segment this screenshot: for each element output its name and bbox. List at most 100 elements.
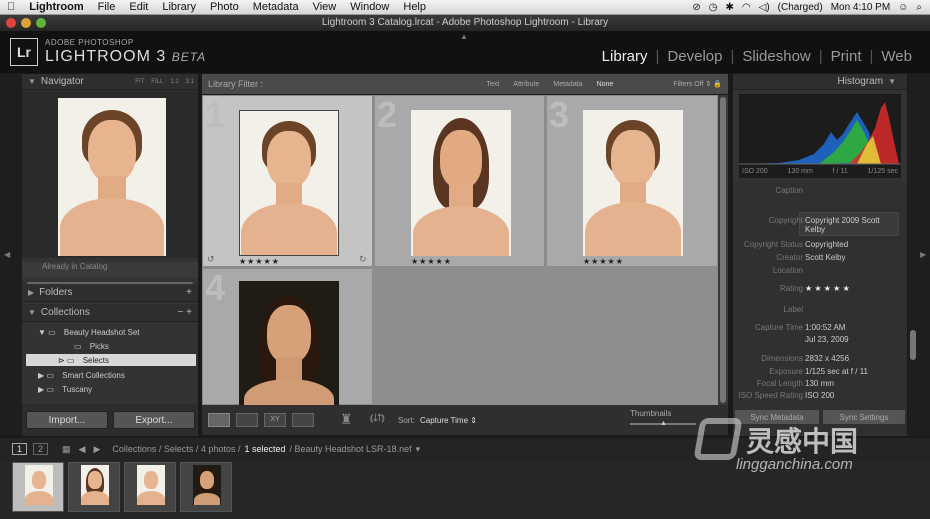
- rotate-left-icon[interactable]: ↺: [207, 254, 215, 265]
- filter-tab-none[interactable]: None: [597, 81, 614, 88]
- collection-picks[interactable]: ▭ Picks: [74, 342, 109, 351]
- thumbnail-slider-handle[interactable]: ▲: [660, 420, 667, 427]
- spotlight-icon[interactable]: ⌕: [916, 2, 922, 13]
- hist-shutter: 1/125 sec: [867, 168, 898, 175]
- menu-photo[interactable]: Photo: [203, 0, 246, 15]
- apple-icon[interactable]: : [0, 0, 22, 15]
- module-web[interactable]: Web: [881, 48, 912, 65]
- zoom-3to1[interactable]: 3:1: [186, 79, 194, 85]
- minimize-window-button[interactable]: [21, 18, 31, 28]
- mac-menubar:  Lightroom File Edit Library Photo Meta…: [0, 0, 930, 15]
- collections-header[interactable]: ▼ Collections − +: [22, 304, 198, 322]
- rating-stars: ★★★★★: [583, 257, 624, 266]
- filmstrip-thumb[interactable]: [180, 462, 232, 512]
- disclosure-triangle-icon: ▼: [28, 77, 36, 86]
- menu-window[interactable]: Window: [343, 0, 396, 15]
- sync-icon[interactable]: ⊘: [692, 2, 700, 13]
- back-arrow-icon[interactable]: ◀: [79, 444, 86, 455]
- sort-select[interactable]: Capture Time ⇕: [420, 416, 477, 425]
- main-window-button[interactable]: 1: [12, 443, 28, 455]
- histogram-header[interactable]: Histogram ▼: [733, 74, 907, 90]
- filter-tab-text[interactable]: Text: [486, 81, 499, 88]
- watermark-text-cn: 灵感中国: [746, 425, 859, 458]
- smart-collections[interactable]: ▶ ▭ Smart Collections: [38, 371, 125, 380]
- menu-edit[interactable]: Edit: [122, 0, 155, 15]
- photo-thumbnail[interactable]: [583, 110, 683, 256]
- filmstrip-thumb[interactable]: [68, 462, 120, 512]
- photo-thumbnail[interactable]: [411, 110, 511, 256]
- collection-set-beauty[interactable]: ▼ ▭ Beauty Headshot Set: [38, 328, 140, 337]
- module-develop[interactable]: Develop: [667, 48, 722, 65]
- photo-thumbnail[interactable]: [239, 281, 339, 406]
- time-machine-icon[interactable]: ◷: [709, 2, 718, 13]
- window-title: Lightroom 3 Catalog.lrcat - Adobe Photos…: [321, 17, 609, 28]
- filter-tab-metadata[interactable]: Metadata: [553, 81, 582, 88]
- photo-thumbnail[interactable]: [239, 110, 339, 256]
- sort-direction-icon[interactable]: ⦅⇵⦆: [370, 413, 385, 424]
- module-picker: Library | Develop | Slideshow | Print | Web: [601, 48, 912, 65]
- grid-view-icon[interactable]: [208, 413, 230, 427]
- volume-icon[interactable]: ◁): [759, 2, 770, 13]
- painter-icon[interactable]: ♜: [340, 411, 353, 428]
- module-slideshow[interactable]: Slideshow: [742, 48, 810, 65]
- add-folder-icon[interactable]: +: [186, 287, 198, 298]
- breadcrumb-dropdown-icon[interactable]: ▾: [416, 444, 421, 455]
- watermark-url: lingganchina.com: [736, 456, 853, 473]
- disclosure-triangle-icon: ▼: [28, 308, 36, 317]
- second-window-button[interactable]: 2: [33, 443, 49, 455]
- zoom-window-button[interactable]: [36, 18, 46, 28]
- user-icon[interactable]: ☺: [898, 2, 908, 13]
- right-panel-scrollbar[interactable]: [910, 330, 916, 360]
- filmstrip-thumb[interactable]: [124, 462, 176, 512]
- close-window-button[interactable]: [6, 18, 16, 28]
- grid-scrollbar-track[interactable]: [718, 95, 728, 405]
- menu-metadata[interactable]: Metadata: [246, 0, 306, 15]
- navigator-header[interactable]: ▼ Navigator FIT FILL 1:1 3:1: [22, 74, 198, 90]
- zoom-fit[interactable]: FIT: [135, 79, 144, 85]
- navigator-preview[interactable]: [22, 90, 198, 258]
- collection-selects[interactable]: ⊳ ▭ Selects: [58, 356, 109, 365]
- compare-view-icon[interactable]: XY: [264, 413, 286, 427]
- battery-status[interactable]: (Charged): [778, 2, 823, 13]
- watermark-logo: [693, 418, 743, 460]
- import-button[interactable]: Import...: [26, 411, 108, 429]
- left-panel-toggle-icon[interactable]: ◀: [4, 250, 10, 259]
- catalog-item[interactable]: Already in Catalog: [22, 262, 198, 278]
- loupe-view-icon[interactable]: [236, 413, 258, 427]
- grid-cell[interactable]: 3 ★★★★★: [546, 94, 718, 267]
- wifi-icon[interactable]: ◠: [742, 2, 751, 13]
- metadata-panel: Caption Copyright Copyright 2009 Scott Ke…: [733, 182, 907, 436]
- collection-tuscany[interactable]: ▶ ▭ Tuscany: [38, 385, 92, 394]
- forward-arrow-icon[interactable]: ▶: [93, 444, 100, 455]
- grid-cell[interactable]: 4: [202, 267, 373, 406]
- grid-scrollbar-thumb[interactable]: [720, 97, 726, 403]
- remove-add-collection-icons[interactable]: − +: [178, 307, 198, 318]
- module-print[interactable]: Print: [831, 48, 862, 65]
- clock[interactable]: Mon 4:10 PM: [831, 2, 890, 13]
- grid-cell[interactable]: 1 ★★★★★ ↺ ↻: [202, 94, 373, 267]
- zoom-1to1[interactable]: 1:1: [170, 79, 178, 85]
- menu-library[interactable]: Library: [155, 0, 203, 15]
- window-titlebar: Lightroom 3 Catalog.lrcat - Adobe Photos…: [0, 15, 930, 31]
- histogram[interactable]: ISO 200 130 mm f / 11 1/125 sec: [739, 94, 901, 178]
- filters-off-select[interactable]: Filters Off ⇕ 🔒: [673, 80, 728, 88]
- menu-app-lightroom[interactable]: Lightroom: [22, 0, 90, 15]
- collection-selects-highlight[interactable]: [26, 354, 196, 366]
- grid-cell[interactable]: 2 ★★★★★: [374, 94, 545, 267]
- rotate-right-icon[interactable]: ↻: [359, 254, 367, 265]
- survey-view-icon[interactable]: [292, 413, 314, 427]
- breadcrumb-path[interactable]: Collections / Selects / 4 photos /: [112, 444, 240, 454]
- export-button[interactable]: Export...: [113, 411, 195, 429]
- top-panel-toggle-icon[interactable]: ▲: [460, 32, 468, 41]
- zoom-fill[interactable]: FILL: [151, 79, 163, 85]
- folders-header[interactable]: ▶ Folders +: [22, 284, 198, 302]
- filmstrip-thumb[interactable]: [12, 462, 64, 512]
- menu-file[interactable]: File: [91, 0, 123, 15]
- menu-view[interactable]: View: [306, 0, 344, 15]
- menu-help[interactable]: Help: [396, 0, 433, 15]
- right-panel-toggle-icon[interactable]: ▶: [920, 250, 926, 259]
- grid-icon[interactable]: ▦: [62, 444, 71, 455]
- bluetooth-icon[interactable]: ✱: [726, 2, 734, 13]
- filter-tab-attribute[interactable]: Attribute: [513, 81, 539, 88]
- module-library[interactable]: Library: [602, 48, 648, 65]
